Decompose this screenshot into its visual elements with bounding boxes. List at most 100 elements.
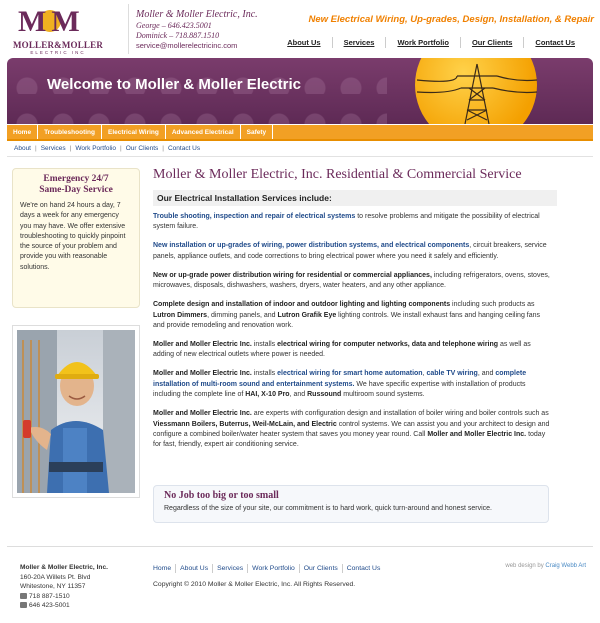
page-title: Moller & Moller Electric, Inc. Residenti… <box>153 167 522 182</box>
section-heading-bar: Our Electrical Installation Services inc… <box>153 190 557 206</box>
top-nav: About Us Services Work Portfolio Our Cli… <box>276 37 586 48</box>
footer-divider <box>7 546 593 547</box>
service-bold: Complete design and installation of indo… <box>153 301 451 309</box>
phone-icon <box>20 592 27 599</box>
footer-company-name: Moller & Moller Electric, Inc. <box>20 564 108 571</box>
top-nav-contact[interactable]: Contact Us <box>523 37 586 48</box>
service-paragraph: Moller and Moller Electric Inc. installs… <box>153 340 553 361</box>
service-paragraph: Moller and Moller Electric Inc. are expe… <box>153 409 553 451</box>
emergency-service-box: Emergency 24/7 Same-Day Service We're on… <box>12 168 140 308</box>
header-phone-george: George – 646.423.5001 <box>136 21 212 30</box>
electrician-illustration <box>17 330 135 493</box>
footer-nav-services[interactable]: Services <box>212 564 247 573</box>
no-job-too-big-box: No Job too big or too small Regardless o… <box>153 485 549 523</box>
company-name: Moller and Moller Electric Inc. <box>153 341 252 349</box>
company-name: Moller and Moller Electric Inc. <box>427 431 527 439</box>
footer-nav-contact[interactable]: Contact Us <box>341 564 385 573</box>
header-divider <box>128 4 129 54</box>
service-descriptions: Trouble shooting, inspection and repair … <box>153 212 553 459</box>
web-design-credit: web design by Craig Webb Art <box>505 563 586 569</box>
emergency-body: We're on hand 24 hours a day, 7 days a w… <box>20 202 126 271</box>
sub-nav-work-portfolio[interactable]: Work Portfolio <box>75 145 116 152</box>
logo-mark: MM <box>18 5 80 38</box>
separator: | <box>35 145 37 152</box>
electrician-image <box>17 330 135 493</box>
service-text: , and <box>477 370 496 378</box>
service-paragraph: Complete design and installation of indo… <box>153 300 553 331</box>
product-name: Lutron Dimmers <box>153 311 208 319</box>
no-job-title: No Job too big or too small <box>164 490 279 501</box>
top-nav-our-clients[interactable]: Our Clients <box>459 37 523 48</box>
logo-letter: M <box>18 5 46 38</box>
sub-nav-contact[interactable]: Contact Us <box>168 145 200 152</box>
footer-nav-work-portfolio[interactable]: Work Portfolio <box>247 564 299 573</box>
service-nav-advanced-electrical[interactable]: Advanced Electrical <box>166 125 241 139</box>
service-paragraph: New installation or up-grades of wiring,… <box>153 241 553 262</box>
product-name: HAI, X-10 Pro <box>245 391 290 399</box>
service-text: multiroom sound systems. <box>341 391 425 399</box>
service-paragraph: Moller and Moller Electric Inc. installs… <box>153 369 553 400</box>
service-nav-electrical-wiring[interactable]: Electrical Wiring <box>102 125 166 139</box>
emergency-title: Emergency 24/7 Same-Day Service <box>13 174 139 196</box>
service-nav: Home Troubleshooting Electrical Wiring A… <box>7 125 593 141</box>
logo-subtitle: ELECTRIC INC <box>30 50 86 55</box>
service-highlight: cable TV wiring <box>426 370 478 378</box>
separator: | <box>120 145 122 152</box>
welcome-banner: Welcome to Moller & Moller Electric <box>7 58 593 124</box>
header-tagline: New Electrical Wiring, Up-grades, Design… <box>308 14 594 25</box>
header-phone-dominick: Dominick – 718.887.1510 <box>136 31 220 40</box>
copyright: Copyright © 2010 Moller & Moller Electri… <box>153 581 356 588</box>
separator: | <box>69 145 72 152</box>
web-design-prefix: web design by <box>505 563 546 569</box>
emergency-title-line1: Emergency 24/7 <box>43 174 109 184</box>
footer-nav: Home About Us Services Work Portfolio Ou… <box>153 564 384 573</box>
no-job-text: Regardless of the size of your site, our… <box>164 505 492 512</box>
separator: | <box>162 145 164 152</box>
sub-nav-services[interactable]: Services <box>41 145 66 152</box>
footer-address-line1: 160-20A Willets Pt. Blvd <box>20 573 91 581</box>
service-text: , and <box>289 391 308 399</box>
emergency-title-line2: Same-Day Service <box>39 185 113 195</box>
site-header: MM MOLLER&MOLLER ELECTRIC INC Moller & M… <box>0 0 600 58</box>
company-logo[interactable]: MM MOLLER&MOLLER ELECTRIC INC <box>8 6 120 56</box>
service-nav-safety[interactable]: Safety <box>241 125 274 139</box>
company-name: Moller and Moller Electric Inc. <box>153 410 252 418</box>
footer-phone1-text: 718 887-1510 <box>29 592 70 600</box>
service-bold: New or up-grade power distribution wirin… <box>153 271 432 279</box>
top-nav-services[interactable]: Services <box>331 37 386 48</box>
product-name: Russound <box>307 391 342 399</box>
service-nav-home[interactable]: Home <box>7 125 39 139</box>
service-bold: electrical wiring for computer networks,… <box>277 341 499 349</box>
service-text: installs <box>251 341 278 349</box>
phone-icon <box>20 602 27 608</box>
footer-address-line2: Whitestone, NY 11357 <box>20 583 86 590</box>
header-contact-block: Moller & Moller Electric, Inc. George – … <box>136 9 296 51</box>
footer-nav-about[interactable]: About Us <box>175 564 212 573</box>
service-text: , dimming panels, and <box>207 311 278 319</box>
header-company-name: Moller & Moller Electric, Inc. <box>136 9 258 20</box>
footer-contact: Moller & Moller Electric, Inc. 160-20A W… <box>20 563 108 611</box>
footer-nav-home[interactable]: Home <box>153 564 175 573</box>
top-nav-about[interactable]: About Us <box>276 37 331 48</box>
web-design-link[interactable]: Craig Webb Art <box>545 563 586 569</box>
top-nav-work-portfolio[interactable]: Work Portfolio <box>385 37 460 48</box>
product-name: Lutron Grafik Eye <box>277 311 337 319</box>
footer-phone2: 646 423-5001 <box>20 601 108 611</box>
header-email-link[interactable]: service@mollerelectricinc.com <box>136 41 296 51</box>
service-text: are experts with configuration design an… <box>251 410 549 418</box>
sub-nav: About | Services | Work Portfolio | Our Cli… <box>14 145 200 152</box>
footer-phone2-text: 646 423-5001 <box>29 602 70 609</box>
service-text: including such products as <box>450 301 535 309</box>
footer-phone1: 718 887-1510 <box>20 592 108 602</box>
service-nav-troubleshooting[interactable]: Troubleshooting <box>38 125 102 139</box>
power-tower-icon <box>417 63 537 124</box>
banner-title: Welcome to Moller & Moller Electric <box>47 76 301 93</box>
service-text: installs <box>251 370 278 378</box>
logo-name: MOLLER&MOLLER <box>12 40 104 50</box>
footer-nav-our-clients[interactable]: Our Clients <box>298 564 342 573</box>
service-highlight: New installation or up-grades of wiring,… <box>153 242 470 250</box>
sub-nav-about[interactable]: About <box>14 145 31 152</box>
product-name: Viessmann Boilers, Buterrus, Weil-McLain… <box>153 420 337 428</box>
divider <box>7 156 593 157</box>
sub-nav-our-clients[interactable]: Our Clients <box>126 145 159 152</box>
